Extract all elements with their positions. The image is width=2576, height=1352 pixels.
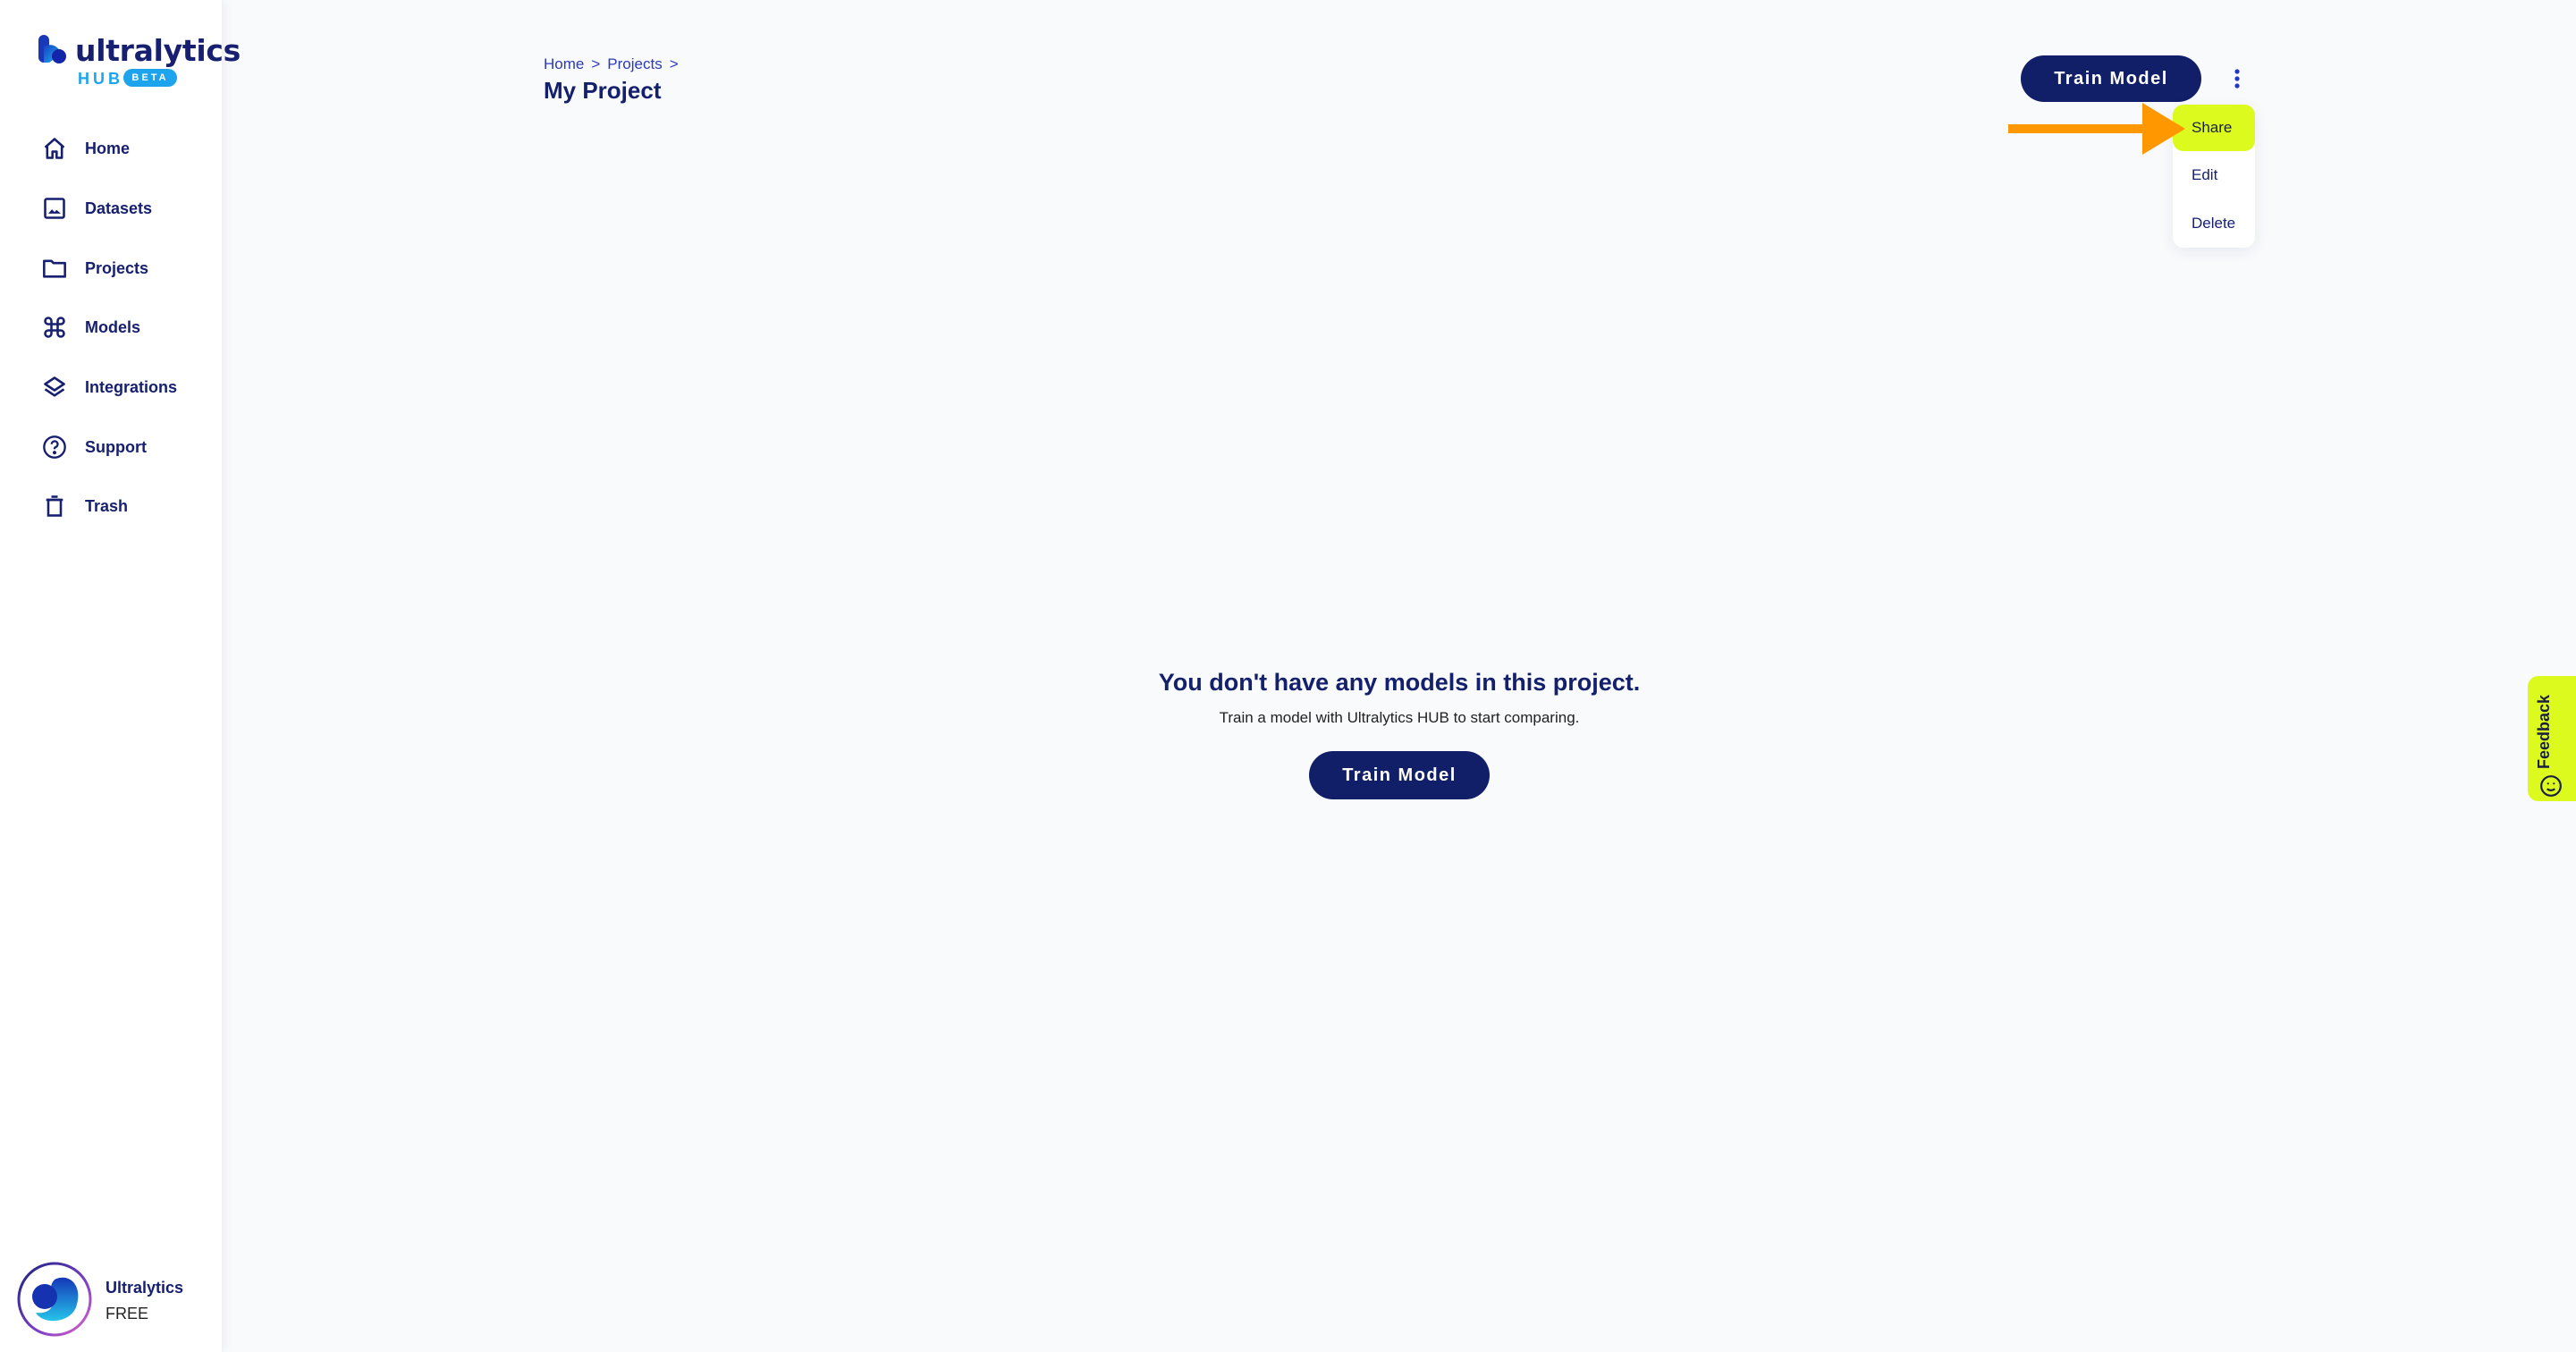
trash-icon: [41, 493, 68, 520]
options-menu: Share Edit Delete: [2173, 105, 2255, 248]
sidebar-item-label: Support: [85, 437, 147, 456]
sidebar-item-trash[interactable]: Trash: [0, 483, 223, 529]
sidebar-item-models[interactable]: Models: [0, 304, 223, 351]
feedback-label: Feedback: [2535, 694, 2553, 769]
sidebar-item-label: Trash: [85, 496, 129, 515]
menu-item-delete[interactable]: Delete: [2173, 200, 2255, 247]
empty-state: You don't have any models in this projec…: [1073, 669, 1726, 727]
sidebar-item-label: Projects: [85, 258, 149, 277]
smiley-icon: [2540, 775, 2562, 797]
empty-state-subtitle: Train a model with Ultralytics HUB to st…: [1219, 709, 1580, 726]
sidebar-item-integrations[interactable]: Integrations: [0, 364, 223, 410]
sidebar-item-support[interactable]: Support: [0, 424, 223, 470]
image-icon: [41, 195, 68, 222]
beta-badge: BETA: [123, 69, 177, 87]
sidebar-item-label: Datasets: [85, 199, 153, 217]
brand-wordmark: ultralytics: [75, 33, 241, 68]
profile-name: Ultralytics: [106, 1279, 184, 1297]
breadcrumb-home[interactable]: Home: [544, 55, 584, 73]
menu-item-edit[interactable]: Edit: [2173, 152, 2255, 199]
breadcrumb-projects[interactable]: Projects: [607, 55, 662, 73]
command-icon: [41, 314, 68, 341]
folder-icon: [41, 255, 68, 282]
menu-item-share[interactable]: Share: [2173, 105, 2255, 151]
annotation-arrow-icon: [2008, 103, 2185, 155]
sidebar-item-label: Integrations: [85, 377, 178, 396]
train-model-button[interactable]: Train Model: [2021, 55, 2201, 102]
brand-hub: HUB: [78, 70, 123, 88]
sidebar-item-datasets[interactable]: Datasets: [0, 185, 223, 232]
home-icon: [41, 135, 68, 162]
sidebar: ultralytics HUB BETA Home Datasets Proje…: [0, 0, 241, 1352]
sidebar-item-label: Home: [85, 139, 131, 157]
avatar: [17, 1262, 92, 1337]
ultralytics-logo-icon: [38, 35, 66, 63]
empty-state-train-model-button[interactable]: Train Model: [1309, 751, 1490, 799]
breadcrumb-separator: >: [591, 55, 601, 72]
page-title: My Project: [544, 77, 662, 104]
sidebar-item-home[interactable]: Home: [0, 125, 223, 172]
layers-icon: [41, 374, 68, 401]
feedback-tab[interactable]: Feedback: [2528, 676, 2576, 801]
breadcrumb-separator: >: [669, 55, 679, 72]
user-profile[interactable]: Ultralytics FREE: [16, 1261, 213, 1339]
empty-state-title: You don't have any models in this projec…: [1158, 669, 1641, 696]
profile-plan: FREE: [106, 1305, 149, 1322]
help-circle-icon: [41, 434, 68, 461]
sidebar-item-label: Models: [85, 317, 141, 336]
ultralytics-hub-logo[interactable]: ultralytics HUB BETA: [38, 33, 241, 89]
more-options-button[interactable]: [2226, 64, 2248, 93]
sidebar-item-projects[interactable]: Projects: [0, 245, 223, 292]
breadcrumb: Home > Projects >: [544, 55, 679, 73]
kebab-menu-icon: [2234, 69, 2240, 89]
